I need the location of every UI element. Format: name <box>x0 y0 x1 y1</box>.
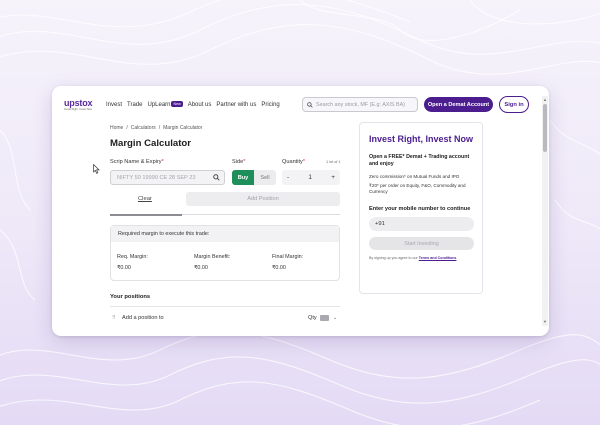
margin-benefit-label: Margin Benefit: <box>194 254 231 260</box>
position-row-label: Add a position to <box>122 315 164 321</box>
nav-uplearn[interactable]: UpLearn New <box>147 101 183 108</box>
promo-subtitle: Open a FREE* Demat + Trading account and… <box>369 154 470 167</box>
page-title: Margin Calculator <box>110 138 192 149</box>
scroll-down-arrow-icon[interactable]: ▼ <box>543 320 547 324</box>
terms-text: By signing up you agree to our Terms and… <box>369 256 473 260</box>
margin-heading: Required margin to execute this trade: <box>111 226 339 242</box>
scrip-field[interactable] <box>110 170 225 185</box>
breadcrumb-calculators[interactable]: Calculators <box>131 125 156 131</box>
breadcrumb-separator: / <box>126 125 128 131</box>
top-navbar: upstox Invest Right, Invest Now Invest T… <box>52 86 542 124</box>
drag-handle-icon[interactable]: ⠿ <box>112 315 122 321</box>
quantity-label: Quantity* <box>282 159 305 165</box>
margin-summary-card: Required margin to execute this trade: R… <box>110 225 340 281</box>
required-mark: * <box>161 159 164 165</box>
sign-in-button[interactable]: Sign in <box>499 96 529 113</box>
mouse-cursor-icon <box>93 164 100 174</box>
logo-tagline: Invest Right, Invest Now <box>64 107 92 111</box>
promo-point: ₹20* per order on Equity, F&O, Commodity… <box>369 183 466 194</box>
scroll-thumb[interactable] <box>543 104 547 152</box>
nav-pricing[interactable]: Pricing <box>261 102 279 108</box>
quantity-label-text: Quantity <box>282 159 303 165</box>
promo-title: Invest Right, Invest Now <box>369 134 474 144</box>
mobile-input[interactable] <box>375 221 465 227</box>
required-mark: * <box>302 159 306 165</box>
final-margin-value: ₹0.00 <box>272 265 286 271</box>
scroll-up-arrow-icon[interactable]: ▲ <box>543 98 547 102</box>
scrip-label: Scrip Name & Expiry* <box>110 159 164 165</box>
breadcrumb-current: Margin Calculator <box>163 125 203 131</box>
chevron-down-icon[interactable]: ⌄ <box>333 315 337 321</box>
sell-button[interactable]: Sell <box>254 170 276 185</box>
logo-text: upstox <box>64 97 93 108</box>
required-mark: * <box>243 159 246 165</box>
upstox-logo[interactable]: upstox Invest Right, Invest Now <box>64 97 106 112</box>
positions-divider <box>110 306 340 307</box>
position-qty-label: Qty <box>308 315 317 321</box>
nav-partner[interactable]: Partner with us <box>216 102 256 108</box>
lot-info: 1 lot of 1 <box>326 160 341 164</box>
decrement-button[interactable]: - <box>287 174 289 181</box>
new-badge: New <box>171 101 183 107</box>
search-box[interactable] <box>302 97 418 112</box>
add-position-button[interactable]: Add Position <box>186 192 340 206</box>
scrip-label-text: Scrip Name & Expiry <box>110 159 162 165</box>
positions-title: Your positions <box>110 294 151 300</box>
breadcrumb-separator: / <box>158 125 161 131</box>
nav-about[interactable]: About us <box>188 102 212 108</box>
start-investing-button[interactable]: Start Investing <box>369 237 474 250</box>
side-toggle: Buy Sell <box>232 170 276 185</box>
buy-button[interactable]: Buy <box>232 170 254 185</box>
breadcrumb: Home / Calculators / Margin Calculator <box>110 125 205 131</box>
quantity-value[interactable]: 1 <box>308 174 312 181</box>
side-label-text: Side <box>232 159 244 165</box>
search-icon <box>307 101 313 108</box>
scrip-input[interactable] <box>117 174 212 181</box>
final-margin-label: Final Margin: <box>272 254 304 260</box>
search-icon[interactable] <box>213 174 220 181</box>
mobile-field[interactable] <box>369 217 474 231</box>
margin-benefit-value: ₹0.00 <box>194 265 208 271</box>
scrollbar[interactable]: ▲ ▼ <box>542 96 548 326</box>
nav-trade[interactable]: Trade <box>127 102 142 108</box>
terms-prefix: By signing up you agree to our <box>369 256 418 260</box>
side-label: Side* <box>232 159 245 165</box>
position-row: ⠿ Add a position to Qty ⌄ <box>110 312 342 324</box>
nav-uplearn-label: UpLearn <box>147 102 171 108</box>
increment-button[interactable]: + <box>331 174 335 181</box>
search-input[interactable] <box>316 101 416 108</box>
nav-links: Invest Trade UpLearn New About us Partner… <box>106 101 285 108</box>
position-qty-box[interactable] <box>320 315 329 321</box>
open-demat-button[interactable]: Open a Demat Account <box>424 97 493 112</box>
quantity-stepper: - 1 + <box>282 170 340 185</box>
req-margin-value: ₹0.00 <box>117 265 131 271</box>
promo-point: Zero commission* on Mutual Funds and IPO <box>369 174 460 179</box>
req-margin-label: Req. Margin: <box>117 254 148 260</box>
clear-button[interactable]: Clear <box>138 196 152 202</box>
terms-link[interactable]: Terms and Conditions <box>419 256 457 260</box>
clear-tab-underline <box>110 214 182 216</box>
breadcrumb-home[interactable]: Home <box>110 125 123 131</box>
browser-window: upstox Invest Right, Invest Now Invest T… <box>52 86 549 336</box>
nav-invest[interactable]: Invest <box>106 102 122 108</box>
mobile-label: Enter your mobile number to continue <box>369 206 471 212</box>
promo-card: Invest Right, Invest Now Open a FREE* De… <box>359 122 483 294</box>
